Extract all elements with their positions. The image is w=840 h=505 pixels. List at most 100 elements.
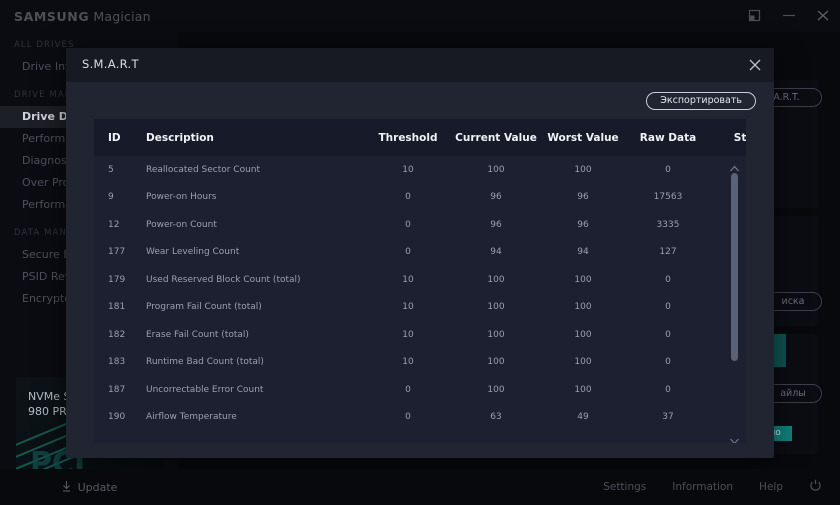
table-row[interactable]: 9 Power-on Hours 0 96 96 17563 OK xyxy=(94,184,746,212)
app-window: SAMSUNG Magician ALL DRIVES Drive Infor … xyxy=(0,0,840,505)
cell-current-value: 100 xyxy=(487,357,505,368)
cell-threshold: 0 xyxy=(405,412,411,423)
modal-title: S.M.A.R.T xyxy=(82,57,139,71)
col-header-current-value[interactable]: Current Value xyxy=(452,119,540,156)
title-bar: SAMSUNG Magician xyxy=(0,0,840,32)
cell-description: Used Reserved Block Count (total) xyxy=(146,274,301,285)
table-row[interactable]: 187 Uncorrectable Error Count 0 100 100 0 OK xyxy=(94,376,746,404)
col-header-threshold[interactable]: Threshold xyxy=(364,119,452,156)
cell-id: 181 xyxy=(108,302,126,313)
cell-worst-value: 96 xyxy=(577,219,589,230)
power-icon[interactable] xyxy=(809,479,822,495)
download-icon xyxy=(61,480,72,495)
cell-status: OK xyxy=(710,404,746,432)
col-header-worst-value[interactable]: Worst Value xyxy=(540,119,626,156)
cell-current-value: 100 xyxy=(487,302,505,313)
cell-raw-data: 127 xyxy=(659,247,677,258)
cell-raw-data: 0 xyxy=(665,302,671,313)
cell-status: OK xyxy=(710,184,746,212)
update-button[interactable]: Update xyxy=(0,480,178,495)
table-row[interactable]: 190 Airflow Temperature 0 63 49 37 OK xyxy=(94,404,746,432)
cell-raw-data: 0 xyxy=(665,164,671,175)
cell-status: OK xyxy=(710,349,746,377)
cell-current-value: 96 xyxy=(490,192,502,203)
cell-description: Runtime Bad Count (total) xyxy=(146,357,264,368)
cell-id: 179 xyxy=(108,274,126,285)
cell-description: Program Fail Count (total) xyxy=(146,302,262,313)
cell-threshold: 0 xyxy=(405,192,411,203)
col-header-raw-data[interactable]: Raw Data xyxy=(626,119,710,156)
table-row[interactable]: 182 Erase Fail Count (total) 10 100 100 0 OK xyxy=(94,321,746,349)
cell-worst-value: 100 xyxy=(574,302,592,313)
information-link[interactable]: Information xyxy=(672,481,733,493)
help-link[interactable]: Help xyxy=(759,481,783,493)
cell-id: 5 xyxy=(108,164,114,175)
table-row[interactable]: 179 Used Reserved Block Count (total) 10 10… xyxy=(94,266,746,294)
brand-magician: Magician xyxy=(89,8,151,24)
cell-description: Power-on Count xyxy=(146,219,217,230)
table-scrollbar[interactable] xyxy=(729,159,740,443)
smart-table: ID Description Threshold Current Value W… xyxy=(94,119,746,431)
cell-raw-data: 0 xyxy=(665,384,671,395)
cell-raw-data: 0 xyxy=(665,329,671,340)
smart-table-body: 5Reallocated Sector Count101001000OK9Pow… xyxy=(94,156,746,431)
cell-current-value: 100 xyxy=(487,164,505,175)
cell-status: OK xyxy=(710,239,746,267)
cell-status: OK xyxy=(710,211,746,239)
col-header-status[interactable]: Status xyxy=(710,119,746,156)
table-row[interactable]: 183 Runtime Bad Count (total) 10 100 100 0 OK xyxy=(94,349,746,377)
bottom-bar-links: Settings Information Help xyxy=(603,479,840,495)
cell-threshold: 0 xyxy=(405,219,411,230)
cell-status: OK xyxy=(710,156,746,184)
settings-link[interactable]: Settings xyxy=(603,481,646,493)
cell-threshold: 10 xyxy=(402,329,414,340)
cell-description: Wear Leveling Count xyxy=(146,247,240,258)
cell-current-value: 100 xyxy=(487,384,505,395)
cell-raw-data: 37 xyxy=(662,412,674,423)
cell-status: OK xyxy=(710,294,746,322)
cell-worst-value: 100 xyxy=(574,164,592,175)
minimize-icon[interactable] xyxy=(782,9,796,23)
col-header-id[interactable]: ID xyxy=(94,119,146,156)
export-button[interactable]: Экспортировать xyxy=(646,92,756,110)
restore-icon[interactable] xyxy=(748,9,762,23)
cell-description: Uncorrectable Error Count xyxy=(146,384,264,395)
cell-worst-value: 100 xyxy=(574,329,592,340)
col-header-description[interactable]: Description xyxy=(146,119,364,156)
table-header-row: ID Description Threshold Current Value W… xyxy=(94,119,746,156)
cell-raw-data: 0 xyxy=(665,274,671,285)
cell-worst-value: 100 xyxy=(574,357,592,368)
modal-header: S.M.A.R.T xyxy=(66,48,774,82)
table-row[interactable]: 12 Power-on Count 0 96 96 3335 OK xyxy=(94,211,746,239)
table-row[interactable]: 181 Program Fail Count (total) 10 100 100 0 OK xyxy=(94,294,746,322)
cell-id: 187 xyxy=(108,384,126,395)
cell-current-value: 100 xyxy=(487,274,505,285)
cell-id: 12 xyxy=(108,219,120,230)
cell-worst-value: 49 xyxy=(577,412,589,423)
cell-threshold: 10 xyxy=(402,302,414,313)
table-row[interactable]: 177 Wear Leveling Count 0 94 94 127 OK xyxy=(94,239,746,267)
cell-status: OK xyxy=(710,266,746,294)
close-icon[interactable] xyxy=(816,9,830,23)
table-row[interactable]: 5 Reallocated Sector Count 10 100 100 0 OK xyxy=(94,156,746,184)
cell-id: 177 xyxy=(108,247,126,258)
chevron-up-icon[interactable] xyxy=(729,159,740,172)
cell-worst-value: 94 xyxy=(577,247,589,258)
cell-raw-data: 0 xyxy=(665,357,671,368)
cell-threshold: 0 xyxy=(405,247,411,258)
cell-worst-value: 100 xyxy=(574,274,592,285)
cell-status: OK xyxy=(710,376,746,404)
bottom-bar: Update Settings Information Help xyxy=(0,469,840,505)
cell-status: OK xyxy=(710,321,746,349)
update-label: Update xyxy=(77,480,118,494)
chevron-down-icon[interactable] xyxy=(729,431,740,443)
cell-threshold: 10 xyxy=(402,274,414,285)
window-controls xyxy=(748,0,830,32)
cell-description: Power-on Hours xyxy=(146,192,217,203)
scrollbar-thumb[interactable] xyxy=(731,173,738,361)
cell-id: 9 xyxy=(108,192,114,203)
cell-id: 190 xyxy=(108,412,126,423)
cell-current-value: 94 xyxy=(490,247,502,258)
close-icon[interactable] xyxy=(746,56,764,74)
brand-samsung: SAMSUNG xyxy=(14,8,90,24)
